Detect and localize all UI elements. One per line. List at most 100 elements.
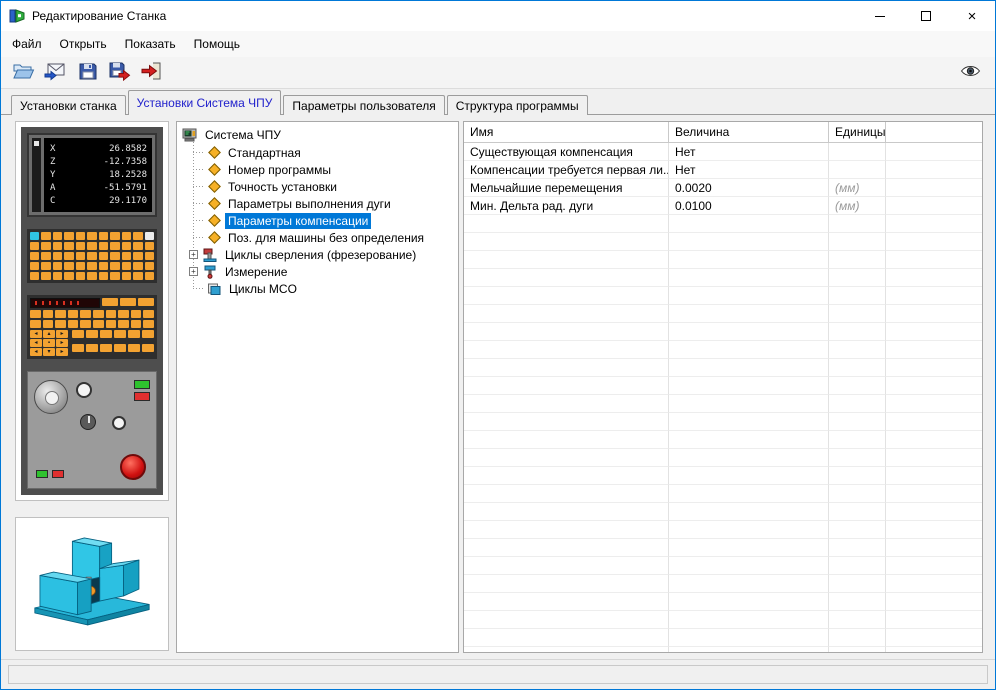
tree-item-4[interactable]: Параметры выполнения дуги xyxy=(189,195,456,212)
table-row-empty xyxy=(464,377,982,395)
expand-plus-icon[interactable]: + xyxy=(189,250,198,259)
key xyxy=(130,320,142,328)
key xyxy=(114,344,126,352)
cell-filler xyxy=(886,251,982,269)
cell-unit xyxy=(829,539,886,557)
cell-filler xyxy=(886,503,982,521)
expand-plus-icon[interactable]: + xyxy=(189,267,198,276)
key xyxy=(142,344,154,352)
cell-name xyxy=(464,593,669,611)
cell-unit xyxy=(829,323,886,341)
key xyxy=(101,298,118,306)
exit-button[interactable] xyxy=(137,60,166,86)
status-field xyxy=(8,665,988,684)
tree-item-7[interactable]: + Циклы сверления (фрезерование) xyxy=(189,246,456,263)
cell-unit: (мм) xyxy=(829,179,886,197)
key xyxy=(110,232,120,240)
menu-open[interactable]: Открыть xyxy=(51,33,116,55)
key xyxy=(72,330,84,338)
cell-unit xyxy=(829,503,886,521)
drill-cycles-icon xyxy=(203,248,219,262)
table-row-empty xyxy=(464,341,982,359)
tree-item-label: Циклы сверления (фрезерование) xyxy=(225,247,417,262)
column-header-units[interactable]: Единицы xyxy=(829,122,886,143)
tree-item-6[interactable]: Поз. для машины без определения xyxy=(189,229,456,246)
table-row-empty xyxy=(464,557,982,575)
cell-unit xyxy=(829,143,886,161)
cell-unit xyxy=(829,485,886,503)
tree-item-3[interactable]: Точность установки xyxy=(189,178,456,195)
table-row-1[interactable]: Существующая компенсация Нет xyxy=(464,143,982,161)
tree-item-label: Точность установки xyxy=(228,179,337,194)
key xyxy=(30,320,41,328)
key xyxy=(87,232,97,240)
table-row-3[interactable]: Мельчайшие перемещения 0.0020 (мм) xyxy=(464,179,982,197)
tree-root-label: Система ЧПУ xyxy=(205,128,281,142)
cell-value xyxy=(669,593,829,611)
cell-name xyxy=(464,377,669,395)
tree-item-9[interactable]: Циклы MCO xyxy=(189,280,456,297)
cell-value xyxy=(669,287,829,305)
key xyxy=(87,262,97,270)
key xyxy=(121,242,132,250)
tab-cnc-system[interactable]: Установки Система ЧПУ xyxy=(127,90,282,115)
menu-file[interactable]: Файл xyxy=(3,33,51,55)
tree-connector xyxy=(193,203,204,204)
cell-unit xyxy=(829,593,886,611)
table-row-empty xyxy=(464,287,982,305)
cell-name xyxy=(464,629,669,647)
table-row-4[interactable]: Мин. Дельта рад. дуги 0.0100 (мм) xyxy=(464,197,982,215)
key: ▪ xyxy=(43,339,55,347)
tree-connector xyxy=(193,152,204,153)
cell-value xyxy=(669,503,829,521)
cell-value xyxy=(669,377,829,395)
close-button[interactable]: × xyxy=(949,1,995,31)
cell-unit xyxy=(829,647,886,652)
column-header-value[interactable]: Величина xyxy=(669,122,829,143)
tree-item-2[interactable]: Номер программы xyxy=(189,161,456,178)
key xyxy=(52,262,63,270)
table-row-empty xyxy=(464,539,982,557)
axis-readout: C 29.1170 xyxy=(50,196,147,206)
window-title: Редактирование Станка xyxy=(32,9,167,23)
cell-unit xyxy=(829,431,886,449)
key xyxy=(67,320,79,328)
cell-filler xyxy=(886,413,982,431)
coordinate-display: X 26.8582 Z -12.7358 Y 18.2528 A -51.5791 C 29.11… xyxy=(27,133,157,217)
key xyxy=(121,252,132,260)
status-bar xyxy=(1,659,995,689)
tab-machine-settings[interactable]: Установки станка xyxy=(11,95,126,115)
table-row-empty xyxy=(464,449,982,467)
cell-filler xyxy=(886,521,982,539)
cell-name xyxy=(464,485,669,503)
axis-readout: A -51.5791 xyxy=(50,183,147,193)
import-button[interactable] xyxy=(41,60,70,86)
cell-name xyxy=(464,215,669,233)
diamond-icon xyxy=(207,180,222,194)
maximize-button[interactable] xyxy=(903,1,949,31)
key xyxy=(118,320,129,328)
save-button[interactable] xyxy=(73,60,102,86)
save-as-button[interactable] xyxy=(105,60,134,86)
tab-user-parameters[interactable]: Параметры пользователя xyxy=(283,95,445,115)
column-header-name[interactable]: Имя xyxy=(464,122,669,143)
tree-item-5[interactable]: Параметры компенсации xyxy=(189,212,456,229)
open-button[interactable] xyxy=(9,60,38,86)
tree-item-1[interactable]: Стандартная xyxy=(189,144,456,161)
view-button[interactable] xyxy=(956,60,985,86)
open-folder-icon xyxy=(12,61,35,84)
tab-program-structure[interactable]: Структура программы xyxy=(446,95,588,115)
tree-item-8[interactable]: + Измерение xyxy=(189,263,456,280)
tree-root[interactable]: Система ЧПУ xyxy=(182,126,456,144)
content-area: X 26.8582 Z -12.7358 Y 18.2528 A -51.5791 C 29.11… xyxy=(1,115,995,659)
table-row-2[interactable]: Компенсации требуется первая ли... Нет xyxy=(464,161,982,179)
cell-unit xyxy=(829,413,886,431)
cell-name xyxy=(464,521,669,539)
green-button-2 xyxy=(36,470,48,478)
cell-filler xyxy=(886,179,982,197)
minimize-button[interactable] xyxy=(857,1,903,31)
menu-help[interactable]: Помощь xyxy=(185,33,249,55)
machine-preview-column: X 26.8582 Z -12.7358 Y 18.2528 A -51.5791 C 29.11… xyxy=(15,121,169,651)
menu-show[interactable]: Показать xyxy=(116,33,185,55)
key xyxy=(87,242,97,250)
